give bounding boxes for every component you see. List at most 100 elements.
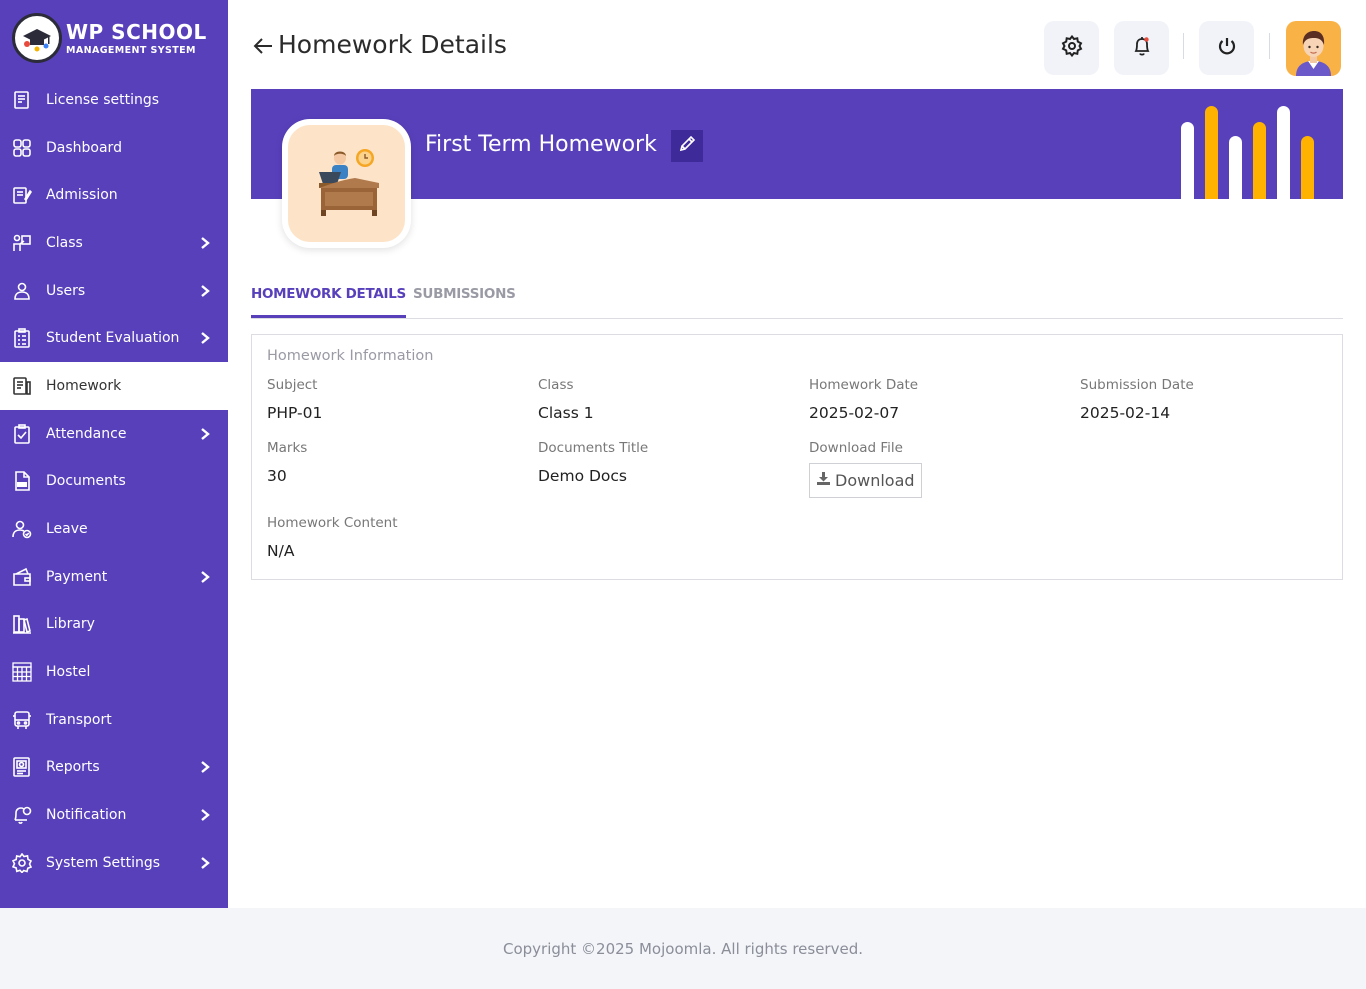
chevron-right-icon bbox=[200, 236, 210, 250]
download-file-field: Download File Download bbox=[809, 440, 922, 498]
class-label: Class bbox=[538, 377, 574, 393]
brand-title: WP SCHOOL bbox=[66, 19, 207, 44]
download-button[interactable]: Download bbox=[809, 463, 922, 498]
dashboard-icon bbox=[11, 137, 33, 159]
bell-icon bbox=[1131, 35, 1153, 61]
admission-icon bbox=[11, 184, 33, 206]
homework-content-value: N/A bbox=[267, 542, 295, 560]
sidebar-item-hostel[interactable]: Hostel bbox=[0, 648, 228, 696]
subject-field: Subject PHP-01 bbox=[267, 377, 322, 422]
decorative-bar bbox=[1253, 122, 1266, 199]
chevron-right-icon bbox=[200, 760, 210, 774]
sidebar-item-admission[interactable]: Admission bbox=[0, 171, 228, 219]
library-icon bbox=[11, 613, 33, 635]
sidebar-item-class[interactable]: Class bbox=[0, 219, 228, 267]
chevron-right-icon bbox=[200, 856, 210, 870]
sidebar-item-label: Library bbox=[46, 616, 95, 633]
documents-title-label: Documents Title bbox=[538, 440, 649, 456]
sidebar-item-users[interactable]: Users bbox=[0, 267, 228, 315]
copyright-text: Copyright ©2025 Mojoomla. All rights res… bbox=[502, 939, 863, 958]
back-arrow-icon[interactable] bbox=[252, 34, 274, 56]
leave-icon bbox=[11, 518, 33, 540]
sidebar-item-notification[interactable]: Notification bbox=[0, 791, 228, 839]
sidebar-item-label: Homework bbox=[46, 377, 122, 394]
decorative-bars bbox=[1181, 99, 1315, 199]
payment-icon bbox=[11, 566, 33, 588]
decorative-bar bbox=[1181, 122, 1194, 199]
sidebar-item-reports[interactable]: Reports bbox=[0, 744, 228, 792]
chevron-right-icon bbox=[200, 808, 210, 822]
logout-button[interactable] bbox=[1199, 21, 1254, 75]
sidebar-item-attendance[interactable]: Attendance bbox=[0, 410, 228, 458]
brand[interactable]: WP SCHOOL MANAGEMENT SYSTEM bbox=[0, 0, 228, 76]
download-icon bbox=[816, 471, 835, 490]
edit-button[interactable] bbox=[671, 130, 703, 162]
sidebar-item-label: License settings bbox=[46, 91, 160, 108]
sidebar-item-label: Dashboard bbox=[46, 139, 122, 156]
notifications-button[interactable] bbox=[1114, 21, 1169, 75]
header-divider bbox=[1269, 33, 1270, 59]
sidebar-item-label: Reports bbox=[46, 759, 100, 776]
documents-icon bbox=[11, 470, 33, 492]
sidebar-item-leave[interactable]: Leave bbox=[0, 505, 228, 553]
decorative-bar bbox=[1229, 136, 1242, 199]
chevron-right-icon bbox=[200, 284, 210, 298]
documents-title-field: Documents Title Demo Docs bbox=[538, 440, 648, 485]
evaluation-icon bbox=[11, 327, 33, 349]
homework-icon bbox=[11, 375, 33, 397]
sidebar-item-label: Hostel bbox=[46, 664, 91, 681]
sidebar-item-label: Admission bbox=[46, 187, 118, 204]
sidebar-item-payment[interactable]: Payment bbox=[0, 553, 228, 601]
sidebar-item-system-settings[interactable]: System Settings bbox=[0, 839, 228, 887]
sidebar-item-license-settings[interactable]: License settings bbox=[0, 76, 228, 124]
page-title: Homework Details bbox=[252, 30, 507, 59]
sidebar-item-label: System Settings bbox=[46, 854, 161, 871]
page-title-text: Homework Details bbox=[278, 30, 507, 59]
tab-submissions[interactable]: SUBMISSIONS bbox=[413, 286, 516, 302]
avatar[interactable] bbox=[1286, 21, 1341, 76]
settings-button[interactable] bbox=[1044, 21, 1099, 75]
decorative-bar bbox=[1301, 136, 1314, 199]
hostel-icon bbox=[11, 661, 33, 683]
notification-icon bbox=[11, 804, 33, 826]
users-icon bbox=[11, 280, 33, 302]
homework-banner: First Term Homework bbox=[251, 89, 1343, 199]
sidebar-item-homework[interactable]: Homework bbox=[0, 362, 228, 410]
chevron-right-icon bbox=[200, 331, 210, 345]
chevron-right-icon bbox=[200, 427, 210, 441]
sidebar-item-library[interactable]: Library bbox=[0, 601, 228, 649]
submission-date-label: Submission Date bbox=[1080, 377, 1194, 393]
download-file-label: Download File bbox=[809, 440, 903, 456]
homework-date-value: 2025-02-07 bbox=[809, 404, 900, 422]
chevron-right-icon bbox=[200, 570, 210, 584]
homework-content-field: Homework Content N/A bbox=[267, 515, 398, 560]
transport-icon bbox=[11, 709, 33, 731]
submission-date-value: 2025-02-14 bbox=[1080, 404, 1171, 422]
pencil-icon bbox=[678, 135, 696, 157]
detail-tabs: HOMEWORK DETAILS SUBMISSIONS bbox=[251, 278, 1343, 319]
school-logo-icon bbox=[12, 13, 62, 63]
sidebar-nav: License settings Dashboard Admission Cla… bbox=[0, 76, 228, 887]
subject-value: PHP-01 bbox=[267, 404, 323, 422]
sidebar-item-documents[interactable]: Documents bbox=[0, 458, 228, 506]
sidebar-item-label: Transport bbox=[46, 711, 112, 728]
sidebar-item-label: Payment bbox=[46, 568, 108, 585]
decorative-bar bbox=[1277, 106, 1290, 199]
sidebar-item-dashboard[interactable]: Dashboard bbox=[0, 124, 228, 172]
sidebar-item-student-evaluation[interactable]: Student Evaluation bbox=[0, 314, 228, 362]
homework-title: First Term Homework bbox=[425, 132, 657, 157]
sidebar-item-transport[interactable]: Transport bbox=[0, 696, 228, 744]
sidebar: WP SCHOOL MANAGEMENT SYSTEM License sett… bbox=[0, 0, 228, 908]
homework-information-card: Homework Information Subject PHP-01 Clas… bbox=[251, 334, 1343, 580]
documents-title-value: Demo Docs bbox=[538, 467, 627, 485]
power-icon bbox=[1216, 35, 1238, 61]
tab-homework-details[interactable]: HOMEWORK DETAILS bbox=[251, 286, 406, 318]
sidebar-item-label: Attendance bbox=[46, 425, 127, 442]
homework-content-label: Homework Content bbox=[267, 515, 398, 531]
decorative-bar bbox=[1205, 106, 1218, 199]
card-title: Homework Information bbox=[267, 348, 434, 364]
marks-value: 30 bbox=[267, 467, 287, 485]
settings-icon bbox=[11, 852, 33, 874]
marks-field: Marks 30 bbox=[267, 440, 307, 485]
sidebar-item-label: Users bbox=[46, 282, 86, 299]
